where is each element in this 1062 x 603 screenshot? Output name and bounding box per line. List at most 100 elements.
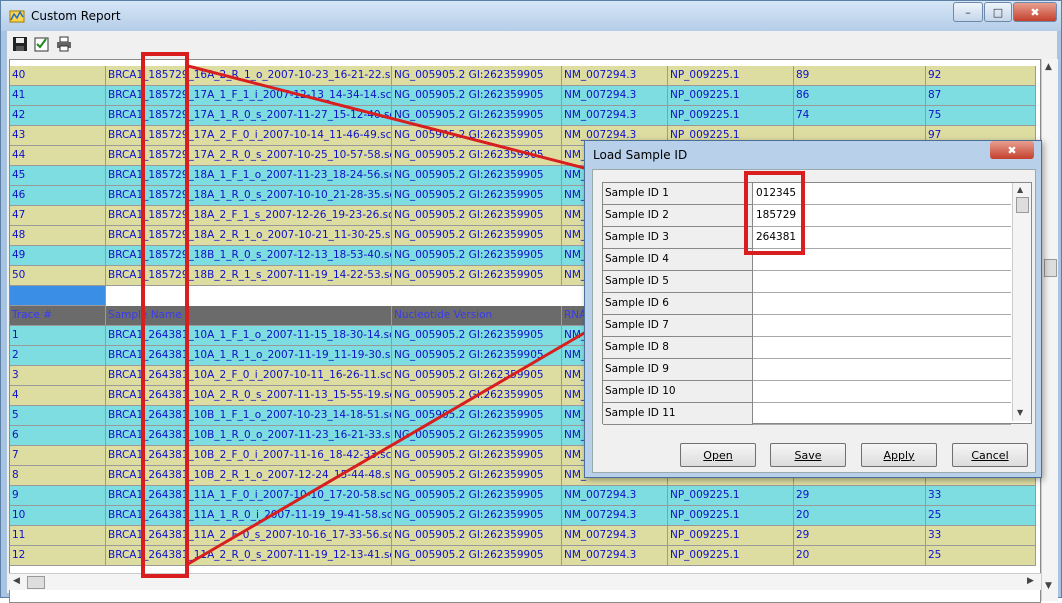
grid-cell[interactable]: NM_007294.3 xyxy=(562,546,668,566)
open-button[interactable]: Open xyxy=(680,443,756,467)
hscroll-thumb[interactable] xyxy=(27,576,45,589)
grid-cell[interactable]: NM_007294.3 xyxy=(562,506,668,526)
grid-cell[interactable]: 11 xyxy=(10,526,106,546)
grid-cell[interactable]: 40 xyxy=(10,66,106,86)
save-toolbar-button[interactable] xyxy=(11,35,29,53)
sample-id-value-field[interactable] xyxy=(753,293,1011,315)
grid-cell[interactable]: 45 xyxy=(10,166,106,186)
grid-cell[interactable]: NG_005905.2 GI:262359905 xyxy=(392,366,562,386)
grid-cell[interactable]: NP_009225.1 xyxy=(668,546,794,566)
maximize-button[interactable]: □ xyxy=(984,2,1012,22)
grid-cell[interactable]: NP_009225.1 xyxy=(668,486,794,506)
sample-id-row[interactable]: Sample ID 1 012345 xyxy=(603,183,1011,205)
grid-cell[interactable]: 1 xyxy=(10,326,106,346)
grid-cell[interactable]: 74 xyxy=(794,106,926,126)
grid-cell[interactable]: 41 xyxy=(10,86,106,106)
grid-cell[interactable]: NG_005905.2 GI:262359905 xyxy=(392,526,562,546)
checklist-toolbar-button[interactable] xyxy=(33,35,51,53)
grid-cell[interactable]: NG_005905.2 GI:262359905 xyxy=(392,506,562,526)
sample-id-grid[interactable]: ▲ ▼ Sample ID 1 012345 Sample ID 2 185729 Sa… xyxy=(602,182,1032,425)
grid-cell[interactable]: 86 xyxy=(794,86,926,106)
grid-cell[interactable]: Trace # xyxy=(10,306,106,326)
sample-id-value-field[interactable] xyxy=(753,359,1011,381)
grid-cell[interactable]: 25 xyxy=(926,506,1036,526)
apply-button[interactable]: Apply xyxy=(861,443,937,467)
grid-cell[interactable]: NG_005905.2 GI:262359905 xyxy=(392,146,562,166)
grid-cell[interactable]: 44 xyxy=(10,146,106,166)
grid-cell[interactable]: 4 xyxy=(10,386,106,406)
grid-cell[interactable]: NP_009225.1 xyxy=(668,106,794,126)
scroll-right-arrow-icon[interactable]: ▶ xyxy=(1027,576,1034,586)
grid-cell[interactable]: 29 xyxy=(794,486,926,506)
save-button[interactable]: Save xyxy=(770,443,846,467)
sample-id-row[interactable]: Sample ID 5 xyxy=(603,271,1011,293)
grid-cell[interactable]: NG_005905.2 GI:262359905 xyxy=(392,446,562,466)
grid-vertical-scrollbar[interactable]: ▲ ▼ xyxy=(1041,59,1058,601)
grid-cell[interactable]: 50 xyxy=(10,266,106,286)
cancel-button[interactable]: Cancel xyxy=(952,443,1028,467)
grid-cell[interactable]: NG_005905.2 GI:262359905 xyxy=(392,546,562,566)
grid-cell[interactable]: 25 xyxy=(926,546,1036,566)
scroll-down-arrow-icon[interactable]: ▼ xyxy=(1045,581,1052,591)
grid-cell[interactable]: 49 xyxy=(10,246,106,266)
grid-cell[interactable]: NG_005905.2 GI:262359905 xyxy=(392,186,562,206)
grid-cell[interactable]: 20 xyxy=(794,546,926,566)
grid-cell[interactable]: 2 xyxy=(10,346,106,366)
grid-cell[interactable]: 75 xyxy=(926,106,1036,126)
sample-id-value-field[interactable] xyxy=(753,403,1011,425)
grid-cell[interactable]: 43 xyxy=(10,126,106,146)
grid-cell[interactable]: NG_005905.2 GI:262359905 xyxy=(392,406,562,426)
grid-cell[interactable]: 6 xyxy=(10,426,106,446)
grid-cell[interactable]: 48 xyxy=(10,226,106,246)
minimize-button[interactable]: – xyxy=(953,2,983,22)
grid-cell[interactable]: NM_007294.3 xyxy=(562,486,668,506)
grid-cell[interactable]: NP_009225.1 xyxy=(668,506,794,526)
grid-cell[interactable]: NG_005905.2 GI:262359905 xyxy=(392,126,562,146)
grid-cell[interactable]: NG_005905.2 GI:262359905 xyxy=(392,486,562,506)
selected-cell[interactable] xyxy=(10,286,106,306)
sample-id-row[interactable]: Sample ID 11 xyxy=(603,403,1011,425)
scroll-down-arrow-icon[interactable]: ▼ xyxy=(1017,408,1023,417)
grid-cell[interactable]: NG_005905.2 GI:262359905 xyxy=(392,206,562,226)
sample-id-value-field[interactable] xyxy=(753,337,1011,359)
dialog-close-button[interactable]: ✖ xyxy=(990,141,1034,159)
grid-cell[interactable]: NG_005905.2 GI:262359905 xyxy=(392,466,562,486)
grid-cell[interactable]: 33 xyxy=(926,486,1036,506)
grid-cell[interactable]: 46 xyxy=(10,186,106,206)
grid-cell[interactable]: 20 xyxy=(794,506,926,526)
scroll-thumb[interactable] xyxy=(1044,259,1057,277)
grid-cell[interactable]: 10 xyxy=(10,506,106,526)
sample-id-value-field[interactable] xyxy=(753,381,1011,403)
sample-id-row[interactable]: Sample ID 8 xyxy=(603,337,1011,359)
sample-id-row[interactable]: Sample ID 7 xyxy=(603,315,1011,337)
grid-cell[interactable]: 8 xyxy=(10,466,106,486)
grid-cell[interactable]: NG_005905.2 GI:262359905 xyxy=(392,386,562,406)
grid-cell[interactable]: NG_005905.2 GI:262359905 xyxy=(392,86,562,106)
grid-cell[interactable]: NG_005905.2 GI:262359905 xyxy=(392,226,562,246)
sample-id-row[interactable]: Sample ID 10 xyxy=(603,381,1011,403)
sample-id-row[interactable]: Sample ID 6 xyxy=(603,293,1011,315)
grid-cell[interactable]: NG_005905.2 GI:262359905 xyxy=(392,66,562,86)
grid-cell[interactable]: NG_005905.2 GI:262359905 xyxy=(392,426,562,446)
grid-cell[interactable]: 89 xyxy=(794,66,926,86)
sample-id-value-field[interactable] xyxy=(753,271,1011,293)
sample-id-row[interactable]: Sample ID 4 xyxy=(603,249,1011,271)
grid-cell[interactable]: NM_007294.3 xyxy=(562,86,668,106)
grid-cell[interactable]: 42 xyxy=(10,106,106,126)
scroll-up-arrow-icon[interactable]: ▲ xyxy=(1045,62,1052,72)
close-button[interactable]: ✖ xyxy=(1013,2,1057,22)
grid-cell[interactable]: NG_005905.2 GI:262359905 xyxy=(392,326,562,346)
grid-cell[interactable]: 7 xyxy=(10,446,106,466)
grid-cell[interactable]: NG_005905.2 GI:262359905 xyxy=(392,166,562,186)
sample-id-row[interactable]: Sample ID 9 xyxy=(603,359,1011,381)
grid-cell[interactable]: 47 xyxy=(10,206,106,226)
print-toolbar-button[interactable] xyxy=(55,35,73,53)
scroll-up-arrow-icon[interactable]: ▲ xyxy=(1017,185,1023,194)
grid-cell[interactable]: 12 xyxy=(10,546,106,566)
grid-cell[interactable]: 92 xyxy=(926,66,1036,86)
scroll-thumb[interactable] xyxy=(1016,197,1029,213)
grid-cell[interactable]: 33 xyxy=(926,526,1036,546)
grid-cell[interactable]: 87 xyxy=(926,86,1036,106)
scroll-left-arrow-icon[interactable]: ◀ xyxy=(13,576,20,586)
grid-cell[interactable]: NG_005905.2 GI:262359905 xyxy=(392,266,562,286)
